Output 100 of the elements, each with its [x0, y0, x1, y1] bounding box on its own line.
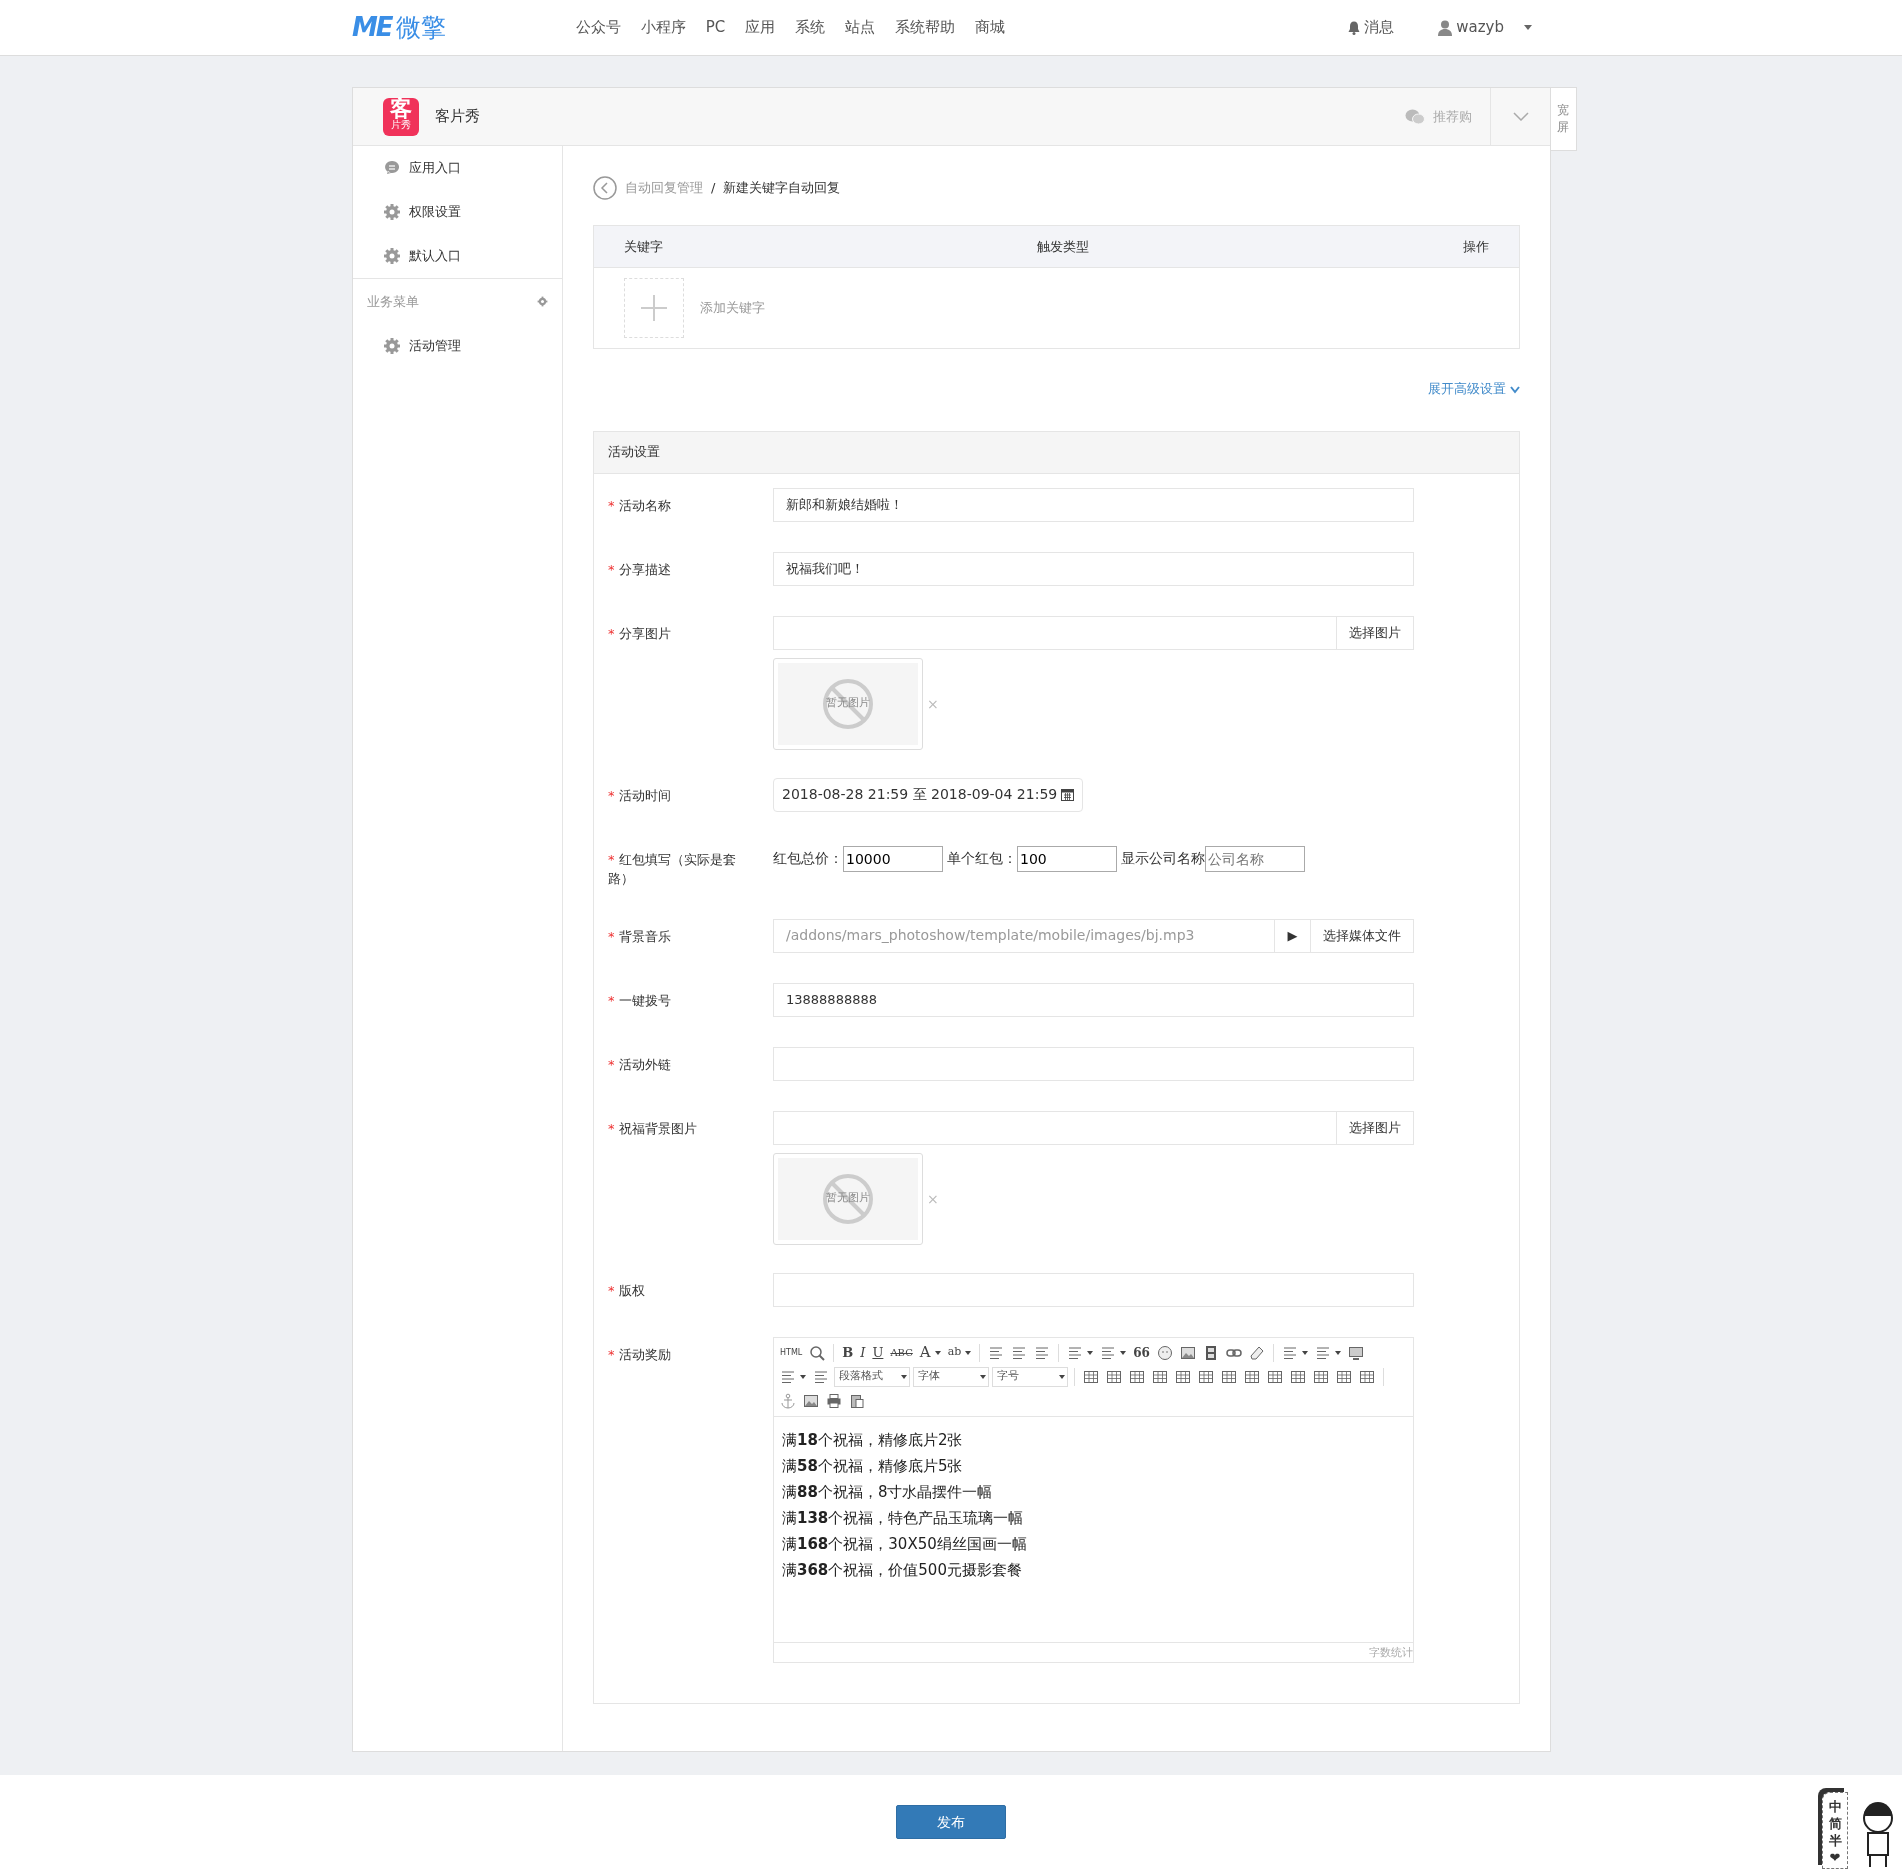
sidebar-item[interactable]: 权限设置 — [353, 190, 562, 234]
calendar-icon — [1061, 788, 1075, 801]
logo-text: 微擎 — [395, 11, 446, 44]
breadcrumb-link[interactable]: 新建关键字自动回复 — [723, 178, 841, 198]
image-icon — [803, 1392, 819, 1409]
field-label: * 分享图片 — [608, 625, 671, 641]
text-line: 满58个祝福，精修底片5张 — [782, 1455, 964, 1477]
magnifier-icon — [809, 1344, 826, 1361]
nav-link[interactable]: 系统帮助 — [885, 16, 966, 39]
field-label: * 一键拨号 — [608, 992, 671, 1008]
sidebar-item[interactable]: 默认入口 — [353, 234, 562, 278]
breadcrumb-separator: / — [711, 179, 716, 198]
nav-link[interactable]: 应用 — [735, 16, 786, 39]
table-icon — [1267, 1368, 1283, 1385]
rich-text-area[interactable]: 满18个祝福，精修底片2张 满58个祝福，精修底片5张 满88个祝福，8寸水晶摆件一幅 满138个祝福，特色产品玉琉璃一幅 满168个祝福，30X50绢丝国画一幅 满368个祝福，价值500元摄影套餐 — [774, 1416, 1413, 1642]
text-lines-icon — [1100, 1344, 1117, 1361]
toolbar-button[interactable]: 66 — [1131, 1342, 1152, 1363]
monitor-icon — [1347, 1344, 1364, 1361]
dropdown-select[interactable]: 字体 — [913, 1366, 989, 1387]
field-label: * 分享描述 — [608, 561, 671, 577]
text-line: 满168个祝福，30X50绢丝国画一幅 — [782, 1533, 1028, 1555]
nav-link[interactable]: 商城 — [965, 16, 1016, 39]
back-icon[interactable] — [593, 176, 617, 200]
chat-bubble-icon — [383, 159, 401, 177]
column-header: 操作 — [1462, 237, 1489, 256]
field-label: * 活动外链 — [608, 1056, 671, 1072]
toolbar-button[interactable]: U — [870, 1342, 886, 1363]
gear-icon — [383, 247, 401, 265]
input-field[interactable]: 祝福我们吧！ — [773, 551, 1414, 586]
table-icon — [1175, 1368, 1191, 1385]
text-line: 满88个祝福，8寸水晶摆件一幅 — [782, 1481, 994, 1503]
logo-mark: ME — [352, 11, 392, 44]
bell-icon — [1348, 20, 1361, 35]
input-field[interactable]: 13888888888 — [773, 982, 1414, 1017]
caret-icon — [1524, 25, 1532, 30]
user-menu[interactable]: wazyb — [1428, 16, 1542, 39]
word-count-label: 字数统计 — [1369, 1645, 1413, 1659]
text-lines-icon — [1314, 1344, 1331, 1361]
text-line: 满18个祝福，精修底片2张 — [782, 1429, 964, 1451]
table-icon — [1198, 1368, 1214, 1385]
panel-title: 活动设置 — [608, 443, 660, 462]
sidebar-item[interactable]: 应用入口 — [353, 146, 562, 190]
toolbar-button[interactable]: ab — [945, 1342, 974, 1363]
gear-icon — [383, 337, 401, 355]
column-header: 关键字 — [624, 237, 664, 256]
field-label: * 背景音乐 — [608, 928, 671, 944]
nav-link[interactable]: 公众号 — [565, 16, 631, 39]
text-lines-icon — [1011, 1344, 1028, 1361]
advanced-settings-link[interactable]: 展开高级设置 — [1427, 381, 1520, 396]
nav-link[interactable]: PC — [695, 16, 736, 39]
plus-icon — [641, 295, 667, 321]
text-lines-icon — [988, 1344, 1005, 1361]
date-range-field[interactable]: 2018-08-28 21:59 至 2018-09-04 21:59 — [773, 777, 1084, 812]
no-image-text: 暂无图片 — [826, 1190, 870, 1207]
media-path-field[interactable]: /addons/mars_photoshow/template/mobile/images/bj.mp3 ▶ 选择媒体文件 — [773, 918, 1414, 953]
notifications-link[interactable]: 消息 — [1338, 16, 1405, 39]
caret-icon — [1059, 1374, 1065, 1379]
field-label: * 红包填写（实际是套路） — [608, 851, 736, 886]
nav-link[interactable]: 站点 — [835, 16, 886, 39]
toolbar-button[interactable]: A — [917, 1342, 943, 1363]
field-label: 红包总价： — [773, 849, 843, 868]
column-header: 触发类型 — [1036, 237, 1090, 256]
table-icon — [1083, 1368, 1099, 1385]
input-field[interactable]: 公司名称 — [1205, 845, 1305, 872]
field-label: * 活动时间 — [608, 787, 671, 803]
input-field[interactable]: 10000 — [843, 845, 943, 872]
table-icon — [1152, 1368, 1168, 1385]
printer-icon — [826, 1392, 842, 1409]
text-lines-icon — [780, 1368, 796, 1385]
toolbar-button[interactable]: HTML — [778, 1342, 805, 1363]
toolbar-button[interactable]: ABC — [888, 1342, 915, 1363]
eraser-icon — [1248, 1344, 1265, 1361]
toolbar-button[interactable]: I — [858, 1342, 868, 1363]
table-icon — [1129, 1368, 1145, 1385]
table-icon — [1359, 1368, 1375, 1385]
chat-bubbles-icon — [1405, 108, 1425, 125]
text-lines-icon — [1067, 1344, 1084, 1361]
sidebar-item[interactable]: 活动管理 — [353, 324, 562, 368]
dropdown-select[interactable]: 字号 — [992, 1366, 1068, 1387]
table-icon — [1290, 1368, 1306, 1385]
input-field[interactable]: 新郎和新娘结婚啦！ — [773, 487, 1414, 522]
caret-icon — [980, 1374, 986, 1379]
image-icon — [1179, 1344, 1196, 1361]
chevron-down-icon — [1512, 112, 1529, 121]
publish-button[interactable]: 发布 — [896, 1805, 1006, 1839]
sidebar-section-title: 业务菜单 — [367, 292, 419, 311]
dropdown-select[interactable]: 段落格式 — [834, 1366, 910, 1387]
image-path-field[interactable]: 选择图片 — [773, 615, 1414, 650]
caret-icon — [901, 1374, 907, 1379]
gear-icon — [383, 203, 401, 221]
nav-link[interactable]: 系统 — [785, 16, 836, 39]
field-label: * 活动名称 — [608, 497, 671, 513]
toolbar-button[interactable]: B — [840, 1342, 856, 1363]
input-field[interactable]: 100 — [1017, 845, 1117, 872]
nav-link[interactable]: 小程序 — [630, 16, 696, 39]
gear-icon — [537, 296, 548, 307]
anchor-icon — [780, 1392, 796, 1409]
wide-screen-tab[interactable]: 宽屏 — [1551, 87, 1577, 151]
image-path-field[interactable]: 选择图片 — [773, 1110, 1414, 1145]
field-label: 单个红包： — [947, 849, 1017, 868]
